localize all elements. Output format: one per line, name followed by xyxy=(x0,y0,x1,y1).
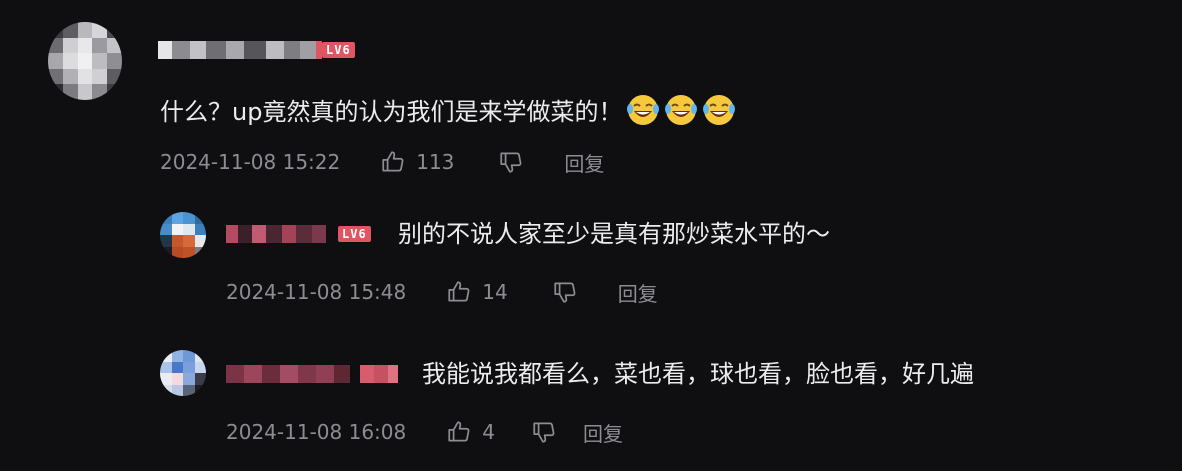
comment-meta: 2024-11-08 15:48 14 回复 xyxy=(226,277,658,307)
thumbs-down-icon xyxy=(500,152,522,173)
like-button[interactable]: 4 xyxy=(446,419,495,445)
like-count: 113 xyxy=(416,150,455,174)
comment-text: 我能说我都看么，菜也看，球也看，脸也看，好几遍 xyxy=(422,360,974,388)
comment-content: 什么？up竟然真的认为我们是来学做菜的！ xyxy=(160,95,736,128)
level-badge: LV6 xyxy=(338,226,371,242)
thumbs-down-icon xyxy=(533,422,555,443)
level-badge: LV6 xyxy=(322,42,355,58)
comment-time: 2024-11-08 15:48 xyxy=(226,280,407,304)
thumbs-up-icon xyxy=(448,421,470,442)
username[interactable] xyxy=(226,364,398,384)
reply-button[interactable]: 回复 xyxy=(618,278,658,307)
avatar[interactable] xyxy=(48,22,122,100)
comment-meta: 2024-11-08 15:22 113 回复 xyxy=(160,147,604,177)
avatar[interactable] xyxy=(160,212,206,258)
comment-text: 别的不说人家至少是真有那炒菜水平的～ xyxy=(398,220,830,248)
laugh-cry-emoji xyxy=(627,95,660,125)
dislike-button[interactable] xyxy=(552,279,578,305)
comment-time: 2024-11-08 15:22 xyxy=(160,150,341,174)
like-button[interactable]: 14 xyxy=(446,279,508,305)
comment-time: 2024-11-08 16:08 xyxy=(226,420,407,444)
username[interactable]: LV6 xyxy=(158,40,355,60)
dislike-button[interactable] xyxy=(498,149,524,175)
thumbs-up-icon xyxy=(448,281,470,302)
username[interactable]: LV6 xyxy=(226,224,371,244)
dislike-button[interactable] xyxy=(531,419,557,445)
like-button[interactable]: 113 xyxy=(380,149,454,175)
username-mosaic xyxy=(158,41,322,59)
comment-content: 别的不说人家至少是真有那炒菜水平的～ xyxy=(398,218,830,250)
username-mosaic xyxy=(226,225,332,243)
like-count: 4 xyxy=(482,420,495,444)
thumbs-up-icon xyxy=(382,151,404,172)
comment-meta: 2024-11-08 16:08 4 回复 xyxy=(226,417,623,447)
username-mosaic xyxy=(226,365,398,383)
comment-content: 我能说我都看么，菜也看，球也看，脸也看，好几遍 xyxy=(422,358,974,390)
laugh-cry-emoji xyxy=(665,95,698,125)
reply-button[interactable]: 回复 xyxy=(583,418,623,447)
avatar[interactable] xyxy=(160,350,206,396)
reply-button[interactable]: 回复 xyxy=(564,148,604,177)
thumbs-down-icon xyxy=(554,282,576,303)
comment-text: 什么？up竟然真的认为我们是来学做菜的！ xyxy=(160,98,623,126)
like-count: 14 xyxy=(482,280,508,304)
laugh-cry-emoji xyxy=(703,95,736,125)
